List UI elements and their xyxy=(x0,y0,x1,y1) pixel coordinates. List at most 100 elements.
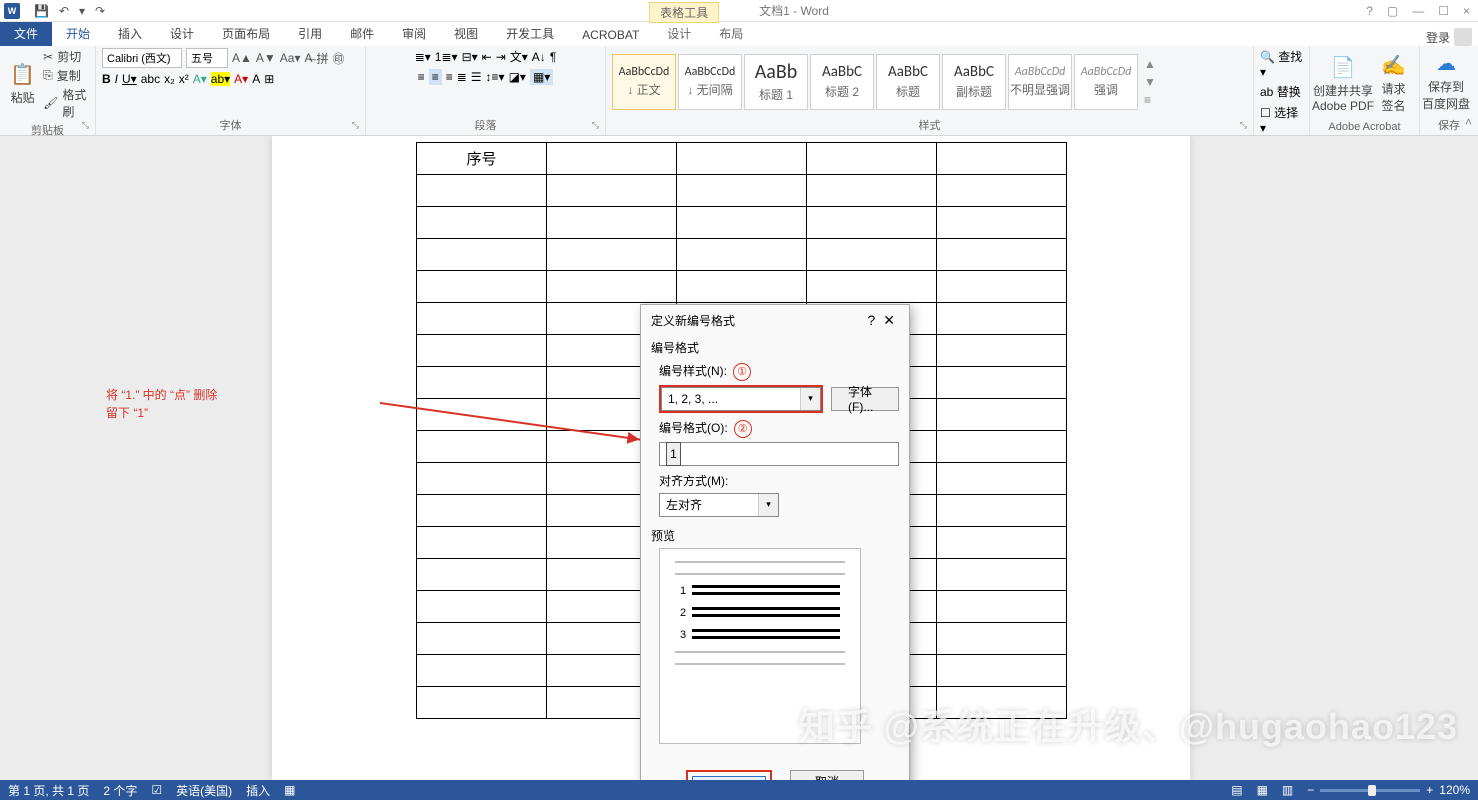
clear-format-icon[interactable]: A̶ xyxy=(304,51,312,65)
maximize-icon[interactable]: ☐ xyxy=(1438,4,1449,18)
chevron-down-icon[interactable]: ▾ xyxy=(800,388,820,410)
status-macro-icon[interactable]: ▦ xyxy=(284,783,295,797)
dec-indent-icon[interactable]: ⇤ xyxy=(482,50,492,64)
styles-down-icon[interactable]: ▼ xyxy=(1144,75,1156,89)
minimize-icon[interactable]: — xyxy=(1412,4,1424,18)
borders-icon[interactable]: ▦▾ xyxy=(530,69,553,85)
font-name-combo[interactable]: Calibri (西文) xyxy=(102,48,182,68)
view-print-icon[interactable]: ▦ xyxy=(1257,783,1268,797)
view-read-icon[interactable]: ▤ xyxy=(1231,783,1242,797)
styles-up-icon[interactable]: ▲ xyxy=(1144,57,1156,71)
bold-button[interactable]: B xyxy=(102,72,111,86)
grow-font-icon[interactable]: A▲ xyxy=(232,51,252,65)
char-shading-icon[interactable]: A xyxy=(252,72,260,86)
qat-more-icon[interactable]: ▾ xyxy=(79,4,85,18)
char-border-icon[interactable]: ⊞ xyxy=(264,72,274,86)
help-icon[interactable]: ? xyxy=(1366,4,1373,18)
justify-icon[interactable]: ≣ xyxy=(457,70,467,84)
style-heading1[interactable]: AaBb标题 1 xyxy=(744,54,808,110)
save-icon[interactable]: 💾 xyxy=(34,4,49,18)
line-spacing-icon[interactable]: ↕≡▾ xyxy=(486,70,505,84)
tab-home[interactable]: 开始 xyxy=(52,19,104,46)
undo-icon[interactable]: ↶ xyxy=(59,4,69,18)
zoom-in-button[interactable]: + xyxy=(1426,783,1433,797)
sort-icon[interactable]: A↓ xyxy=(532,50,546,64)
align-right-icon[interactable]: ≡ xyxy=(446,70,453,84)
view-web-icon[interactable]: ▥ xyxy=(1282,783,1293,797)
tab-table-layout[interactable]: 布局 xyxy=(705,21,757,46)
style-heading2[interactable]: AaBbC标题 2 xyxy=(810,54,874,110)
text-effects-icon[interactable]: A▾ xyxy=(193,72,207,86)
clipboard-launcher-icon[interactable]: ⤡ xyxy=(82,120,89,131)
tab-table-design[interactable]: 设计 xyxy=(653,21,705,46)
format-painter-button[interactable]: 🖌格式刷 xyxy=(43,86,89,120)
styles-launcher-icon[interactable]: ⤡ xyxy=(1240,120,1247,131)
tab-references[interactable]: 引用 xyxy=(284,21,336,46)
distributed-icon[interactable]: ☰ xyxy=(471,70,482,84)
tab-review[interactable]: 审阅 xyxy=(388,21,440,46)
font-button[interactable]: 字体(F)... xyxy=(831,387,899,411)
paragraph-launcher-icon[interactable]: ⤡ xyxy=(592,120,599,131)
change-case-icon[interactable]: Aa▾ xyxy=(280,51,301,65)
close-icon[interactable]: × xyxy=(1463,4,1470,18)
replace-button[interactable]: ab 替换 xyxy=(1260,83,1301,100)
multilevel-icon[interactable]: ⊟▾ xyxy=(462,50,478,64)
cut-button[interactable]: ✂剪切 xyxy=(43,48,89,65)
style-title[interactable]: AaBbC标题 xyxy=(876,54,940,110)
tab-file[interactable]: 文件 xyxy=(0,21,52,46)
status-insert-mode[interactable]: 插入 xyxy=(246,782,270,799)
styles-gallery[interactable]: AaBbCcDd↓ 正文 AaBbCcDd↓ 无间隔 AaBb标题 1 AaBb… xyxy=(612,54,1138,110)
find-button[interactable]: 🔍 查找 ▾ xyxy=(1260,48,1303,79)
create-pdf-button[interactable]: 📄创建并共享 Adobe PDF xyxy=(1316,55,1370,113)
tab-mailings[interactable]: 邮件 xyxy=(336,21,388,46)
font-color-icon[interactable]: A▾ xyxy=(234,72,248,86)
strike-button[interactable]: abc xyxy=(141,72,160,86)
align-center-icon[interactable]: ≡ xyxy=(429,69,442,85)
save-baidu-button[interactable]: ☁保存到 百度网盘 xyxy=(1426,51,1466,112)
align-left-icon[interactable]: ≡ xyxy=(418,70,425,84)
chevron-down-icon[interactable]: ▾ xyxy=(758,494,778,516)
highlight-icon[interactable]: ab▾ xyxy=(211,72,230,86)
font-size-combo[interactable]: 五号 xyxy=(186,48,228,68)
alignment-combo[interactable]: 左对齐▾ xyxy=(659,493,779,517)
show-marks-icon[interactable]: ¶ xyxy=(550,50,556,64)
dialog-close-icon[interactable]: ✕ xyxy=(879,312,899,329)
request-sign-button[interactable]: ✍请求 签名 xyxy=(1374,53,1413,114)
shrink-font-icon[interactable]: A▼ xyxy=(256,51,276,65)
paste-button[interactable]: 📋粘贴 xyxy=(6,62,39,106)
number-format-input[interactable]: 1 xyxy=(659,442,899,466)
tab-developer[interactable]: 开发工具 xyxy=(492,21,568,46)
style-nospacing[interactable]: AaBbCcDd↓ 无间隔 xyxy=(678,54,742,110)
select-button[interactable]: ☐ 选择 ▾ xyxy=(1260,104,1303,135)
copy-button[interactable]: ⎘复制 xyxy=(43,67,89,84)
redo-icon[interactable]: ↷ xyxy=(95,4,105,18)
tab-design[interactable]: 设计 xyxy=(156,21,208,46)
bullets-icon[interactable]: ≣▾ xyxy=(415,50,431,64)
style-subtle-emph[interactable]: AaBbCcDd不明显强调 xyxy=(1008,54,1072,110)
superscript-button[interactable]: x² xyxy=(179,72,189,86)
enclose-icon[interactable]: ㊞ xyxy=(333,50,345,67)
inc-indent-icon[interactable]: ⇥ xyxy=(496,50,506,64)
table-header-cell[interactable]: 序号 xyxy=(417,143,547,175)
phonetic-icon[interactable]: 拼 xyxy=(317,50,329,67)
style-normal[interactable]: AaBbCcDd↓ 正文 xyxy=(612,54,676,110)
font-launcher-icon[interactable]: ⤡ xyxy=(352,120,359,131)
ribbon-options-icon[interactable]: ▢ xyxy=(1387,4,1398,18)
zoom-level[interactable]: 120% xyxy=(1439,783,1470,797)
zoom-slider[interactable] xyxy=(1320,789,1420,792)
style-subtitle[interactable]: AaBbC副标题 xyxy=(942,54,1006,110)
tab-layout[interactable]: 页面布局 xyxy=(208,21,284,46)
numbering-icon[interactable]: 1≣▾ xyxy=(435,50,458,64)
dialog-help-icon[interactable]: ? xyxy=(863,312,879,328)
styles-more-icon[interactable]: ≡ xyxy=(1144,93,1156,107)
tab-acrobat[interactable]: ACROBAT xyxy=(568,24,653,46)
status-page[interactable]: 第 1 页, 共 1 页 xyxy=(8,782,89,799)
collapse-ribbon-icon[interactable]: ˄ xyxy=(1465,115,1472,129)
number-style-combo[interactable]: 1, 2, 3, ...▾ xyxy=(661,387,821,411)
underline-button[interactable]: U▾ xyxy=(122,72,137,86)
tab-view[interactable]: 视图 xyxy=(440,21,492,46)
tab-insert[interactable]: 插入 xyxy=(104,21,156,46)
italic-button[interactable]: I xyxy=(115,72,118,86)
login-link[interactable]: 登录 xyxy=(1426,28,1478,46)
subscript-button[interactable]: x₂ xyxy=(164,72,175,86)
